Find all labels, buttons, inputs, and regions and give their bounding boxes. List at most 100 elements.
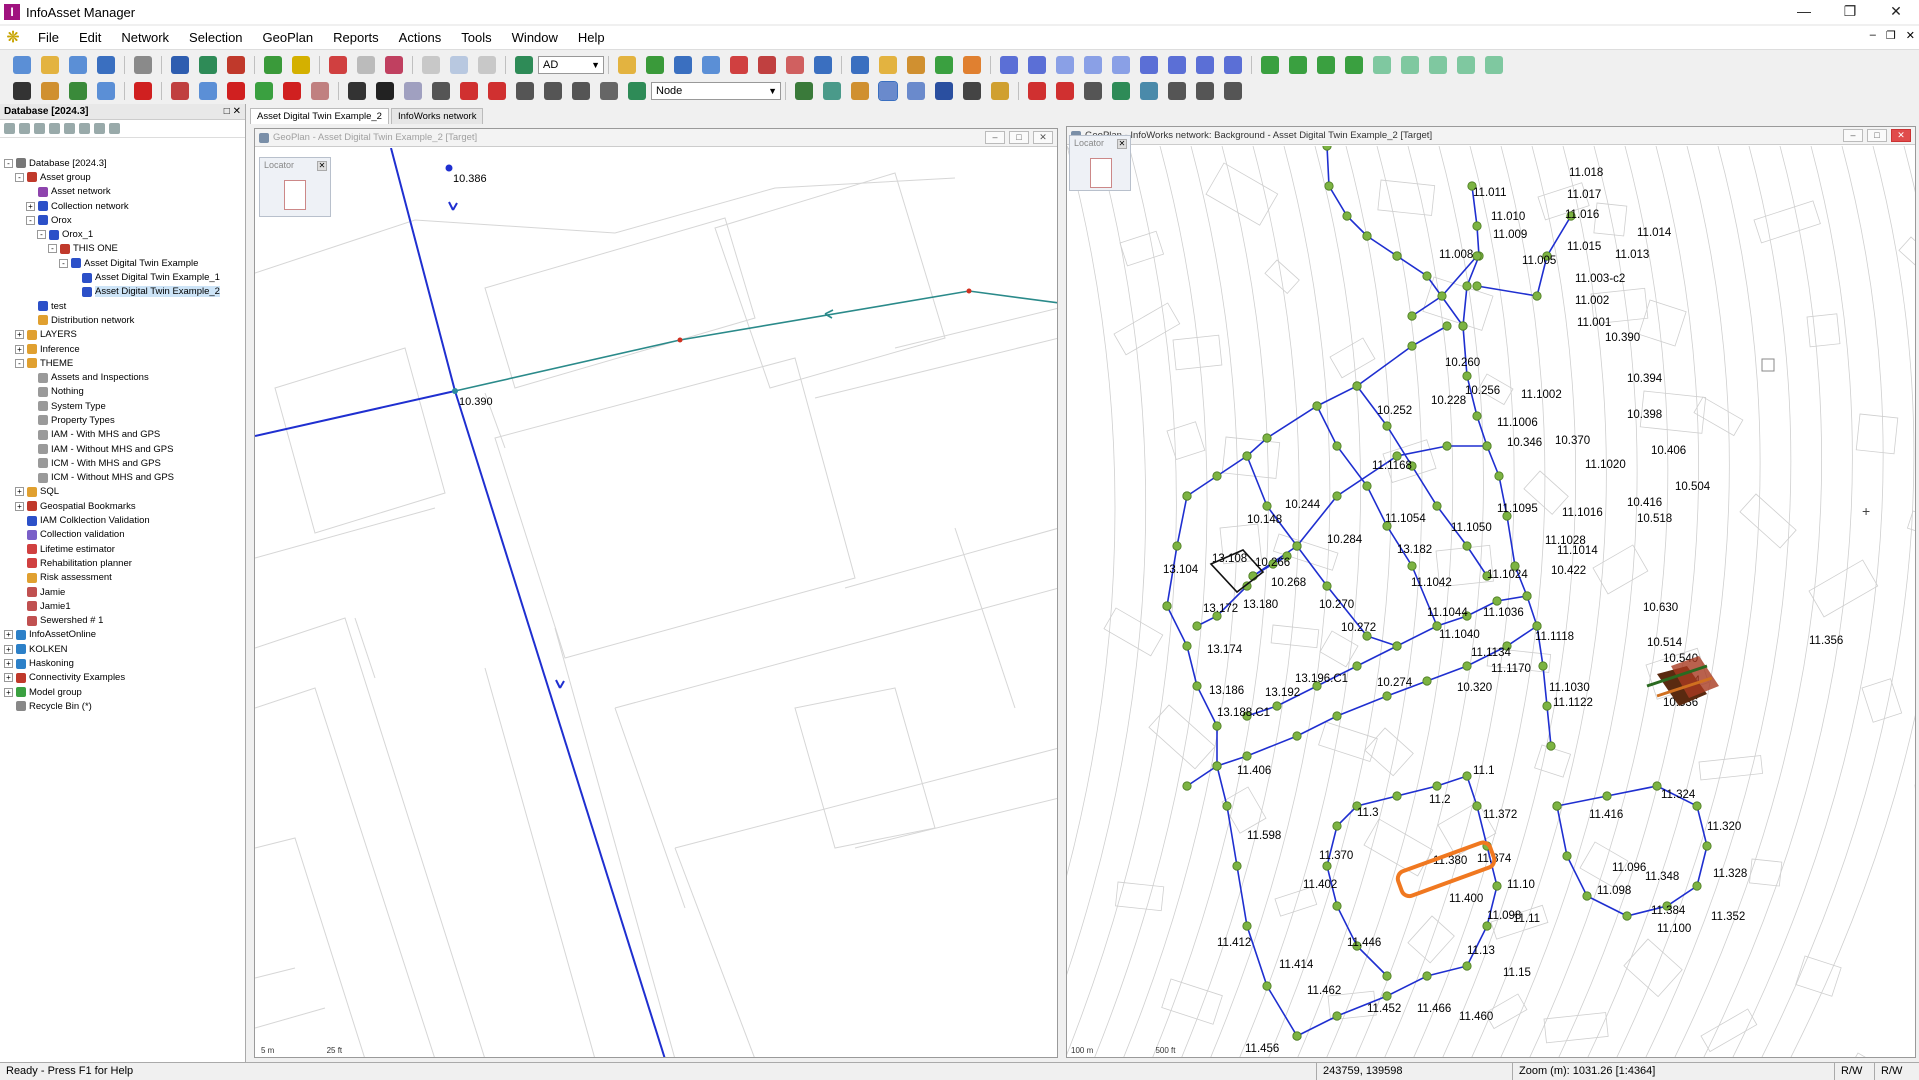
restore-icon[interactable]: ❐ bbox=[1827, 0, 1873, 24]
undo-icon[interactable] bbox=[329, 56, 347, 74]
menu-actions[interactable]: Actions bbox=[389, 30, 452, 45]
tool-icon[interactable] bbox=[1140, 82, 1158, 100]
node-marker[interactable] bbox=[1262, 433, 1272, 443]
node-marker[interactable] bbox=[1382, 991, 1392, 1001]
gear-green-icon[interactable] bbox=[1373, 56, 1391, 74]
binoculars-icon[interactable] bbox=[348, 82, 366, 100]
close-icon[interactable]: ✕ bbox=[1033, 131, 1053, 144]
gear-icon[interactable] bbox=[1084, 56, 1102, 74]
node-marker[interactable] bbox=[1692, 881, 1702, 891]
node-marker[interactable] bbox=[1546, 741, 1556, 751]
node-marker[interactable] bbox=[1422, 676, 1432, 686]
window-icon[interactable] bbox=[814, 56, 832, 74]
tree-item[interactable]: Lifetime estimator bbox=[0, 542, 246, 556]
highlight-outline[interactable] bbox=[1395, 840, 1497, 899]
new-icon[interactable] bbox=[13, 56, 31, 74]
gear-icon[interactable] bbox=[1028, 56, 1046, 74]
expand-icon[interactable]: + bbox=[15, 330, 24, 340]
sql-icon[interactable] bbox=[171, 82, 189, 100]
node-marker[interactable] bbox=[1212, 761, 1222, 771]
tree-item[interactable]: test bbox=[0, 299, 246, 313]
node-marker[interactable] bbox=[1272, 701, 1282, 711]
node-marker[interactable] bbox=[1332, 441, 1342, 451]
expand-icon[interactable]: + bbox=[4, 687, 13, 697]
tree-item[interactable]: + Collection network bbox=[0, 199, 246, 213]
gear-green-icon[interactable] bbox=[1485, 56, 1503, 74]
node-marker[interactable] bbox=[1322, 581, 1332, 591]
tree-item[interactable]: Jamie1 bbox=[0, 599, 246, 613]
node-marker[interactable] bbox=[1462, 771, 1472, 781]
cut-icon[interactable] bbox=[422, 56, 440, 74]
tree-item[interactable]: - Asset group bbox=[0, 170, 246, 184]
node-marker[interactable] bbox=[1182, 491, 1192, 501]
tree-item[interactable]: - Orox_1 bbox=[0, 227, 246, 241]
geoplan-window-target[interactable]: GeoPlan - Asset Digital Twin Example_2 [… bbox=[254, 128, 1058, 1058]
expand-icon[interactable]: + bbox=[4, 630, 13, 640]
node-marker[interactable] bbox=[1212, 471, 1222, 481]
maximize-icon[interactable]: □ bbox=[1867, 129, 1887, 142]
draw-node-icon[interactable] bbox=[795, 82, 813, 100]
tree-item[interactable]: - Asset Digital Twin Example bbox=[0, 256, 246, 270]
tree-item[interactable]: - THEME bbox=[0, 356, 246, 370]
pan-icon[interactable] bbox=[851, 82, 869, 100]
collapse-icon[interactable]: - bbox=[15, 358, 24, 368]
tree-item[interactable]: Risk assessment bbox=[0, 571, 246, 585]
node-marker[interactable] bbox=[1362, 481, 1372, 491]
geoplan-window-background[interactable]: GeoPlan - InfoWorks network: Background … bbox=[1066, 126, 1916, 1058]
locator-thumbnail[interactable] bbox=[1090, 158, 1112, 188]
node-marker[interactable] bbox=[452, 388, 458, 394]
expand-icon[interactable]: + bbox=[4, 644, 13, 654]
tree-item[interactable]: System Type bbox=[0, 399, 246, 413]
tree-item[interactable]: Rehabilitation planner bbox=[0, 556, 246, 570]
tool-icon[interactable] bbox=[1112, 82, 1130, 100]
tree-item[interactable]: Asset network bbox=[0, 185, 246, 199]
search-icon[interactable] bbox=[758, 56, 776, 74]
tree-item[interactable]: - THIS ONE bbox=[0, 242, 246, 256]
menu-reports[interactable]: Reports bbox=[323, 30, 389, 45]
node-marker[interactable] bbox=[1494, 471, 1504, 481]
tool-icon[interactable] bbox=[1224, 82, 1242, 100]
geoplan-map-canvas[interactable]: 10.386 10.390 bbox=[255, 148, 1058, 1058]
collapse-icon[interactable]: - bbox=[4, 158, 13, 168]
select-node-icon[interactable] bbox=[460, 82, 478, 100]
tree-item[interactable]: + SQL bbox=[0, 485, 246, 499]
node-marker[interactable] bbox=[1162, 601, 1172, 611]
tree-item[interactable]: - Database [2024.3] bbox=[0, 156, 246, 170]
node-marker[interactable] bbox=[1532, 621, 1542, 631]
trace-clear-icon[interactable] bbox=[311, 82, 329, 100]
object-type-combo[interactable]: Node ▼ bbox=[651, 82, 781, 100]
node-marker[interactable] bbox=[1422, 971, 1432, 981]
close-icon[interactable]: ✕ bbox=[1117, 139, 1127, 149]
node-marker[interactable] bbox=[1292, 541, 1302, 551]
up-icon[interactable] bbox=[4, 123, 15, 134]
theme-icon[interactable] bbox=[963, 56, 981, 74]
ruler-icon[interactable] bbox=[516, 82, 534, 100]
commit-icon[interactable] bbox=[199, 56, 217, 74]
gear-green-icon[interactable] bbox=[1429, 56, 1447, 74]
zoom-selection-icon[interactable] bbox=[991, 82, 1009, 100]
node-marker[interactable] bbox=[1392, 791, 1402, 801]
tool-icon[interactable] bbox=[1028, 82, 1046, 100]
tree-item[interactable]: + Haskoning bbox=[0, 656, 246, 670]
tree-item[interactable]: + InfoAssetOnline bbox=[0, 628, 246, 642]
select-link-icon[interactable] bbox=[488, 82, 506, 100]
tool-icon[interactable] bbox=[1084, 82, 1102, 100]
tree-item[interactable]: + Model group bbox=[0, 685, 246, 699]
node-marker[interactable] bbox=[1407, 341, 1417, 351]
expand-icon[interactable]: + bbox=[26, 201, 35, 211]
tree-item[interactable]: IAM - With MHS and GPS bbox=[0, 428, 246, 442]
tree-item[interactable]: ICM - Without MHS and GPS bbox=[0, 471, 246, 485]
gis-icon[interactable] bbox=[69, 82, 87, 100]
tree-item[interactable]: Asset Digital Twin Example_2 bbox=[0, 285, 246, 299]
node-marker[interactable] bbox=[1352, 661, 1362, 671]
node-marker[interactable] bbox=[1382, 971, 1392, 981]
locator-panel[interactable]: Locator ✕ bbox=[1069, 135, 1131, 191]
node-marker[interactable] bbox=[1392, 451, 1402, 461]
pipe-link[interactable] bbox=[1246, 455, 1398, 647]
object-icon[interactable] bbox=[628, 82, 646, 100]
trace-icon[interactable] bbox=[227, 82, 245, 100]
node-marker[interactable] bbox=[677, 337, 683, 343]
tree-item[interactable]: Collection validation bbox=[0, 528, 246, 542]
tab-asset-digital-twin[interactable]: Asset Digital Twin Example_2 bbox=[250, 108, 389, 124]
tool-icon[interactable] bbox=[1196, 82, 1214, 100]
